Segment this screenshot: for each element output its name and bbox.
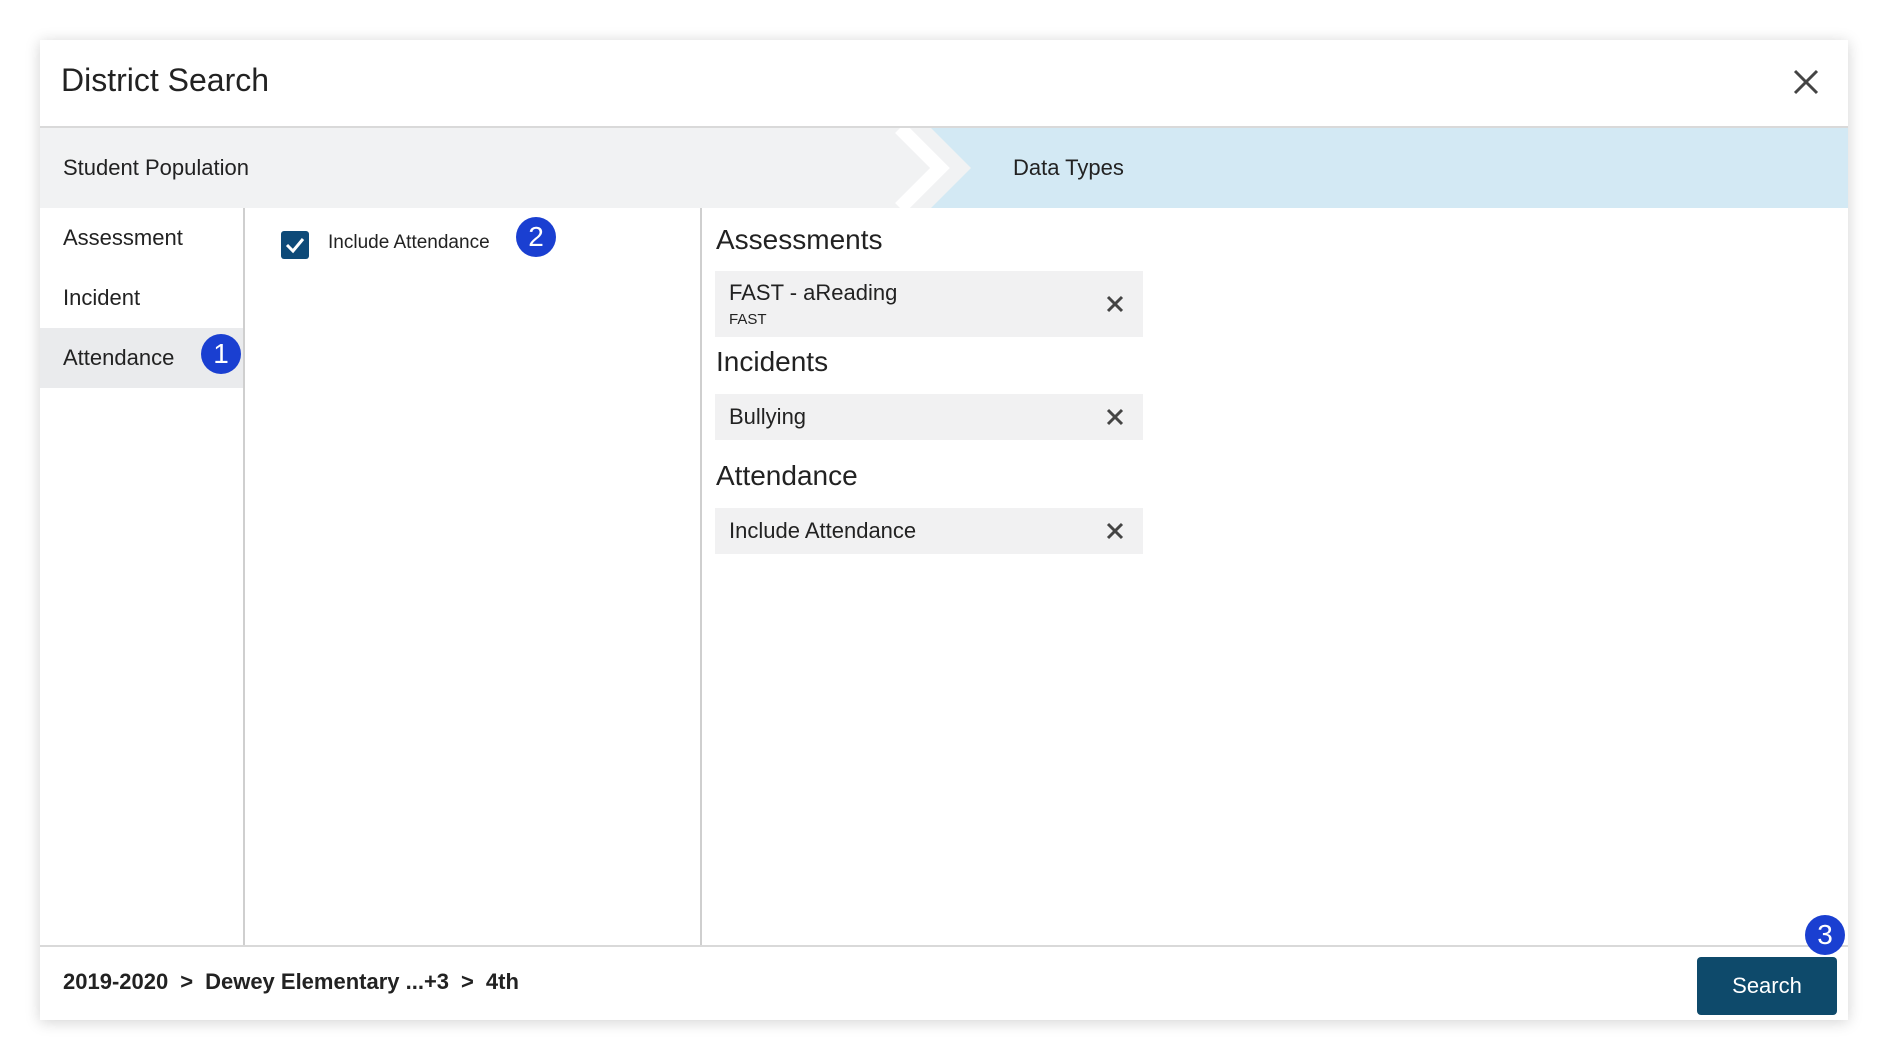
modal-header: District Search [40, 40, 1848, 128]
checkmark-icon [285, 238, 305, 254]
step-data-types[interactable]: Data Types [1013, 128, 1124, 208]
breadcrumb-schools: Dewey Elementary ...+3 [205, 969, 450, 994]
remove-attendance-button[interactable] [1103, 519, 1127, 543]
attendance-heading: Attendance [716, 460, 858, 491]
search-button[interactable]: Search [1697, 957, 1837, 1015]
data-type-nav: Assessment Incident Attendance [40, 208, 245, 945]
remove-icon [1106, 295, 1124, 313]
remove-incident-button[interactable] [1103, 405, 1127, 429]
callout-badge-2: 2 [516, 217, 556, 257]
breadcrumb-grade: 4th [485, 969, 519, 994]
nav-item-assessment[interactable]: Assessment [40, 208, 243, 268]
callout-badge-1: 1 [201, 334, 241, 374]
assessment-chip-label: FAST - aReading [729, 280, 898, 305]
breadcrumb-year: 2019-2020 [63, 969, 169, 994]
include-attendance-checkbox[interactable] [281, 231, 309, 259]
assessment-chip: FAST - aReading FAST [715, 271, 1143, 337]
district-search-modal: District Search Student Population Data … [40, 40, 1848, 1020]
close-icon [1793, 69, 1819, 95]
close-button[interactable] [1786, 62, 1826, 102]
remove-assessment-button[interactable] [1103, 292, 1127, 316]
breadcrumb-separator: > [180, 969, 194, 994]
options-panel: Include Attendance [245, 208, 702, 945]
remove-icon [1106, 408, 1124, 426]
selection-summary: Assessments FAST - aReading FAST Inciden… [702, 208, 1848, 945]
attendance-chip-label: Include Attendance [729, 518, 917, 543]
modal-title: District Search [61, 62, 270, 98]
assessment-chip-sublabel: FAST [729, 311, 767, 328]
incident-chip: Bullying [715, 394, 1143, 440]
nav-item-incident[interactable]: Incident [40, 268, 243, 328]
include-attendance-label[interactable]: Include Attendance [328, 232, 490, 254]
step-student-population[interactable]: Student Population [63, 128, 249, 208]
step-indicator: Student Population Data Types [40, 128, 1848, 208]
incident-chip-label: Bullying [729, 404, 807, 429]
remove-icon [1106, 522, 1124, 540]
breadcrumb: 2019-2020 > Dewey Elementary ...+3 > 4th [63, 969, 519, 995]
incidents-heading: Incidents [716, 346, 829, 377]
assessments-heading: Assessments [716, 224, 883, 255]
breadcrumb-separator: > [461, 969, 474, 994]
attendance-chip: Include Attendance [715, 508, 1143, 554]
callout-badge-3: 3 [1805, 915, 1845, 955]
modal-footer: 2019-2020 > Dewey Elementary ...+3 > 4th… [40, 945, 1848, 1020]
step-arrow [895, 128, 1848, 208]
